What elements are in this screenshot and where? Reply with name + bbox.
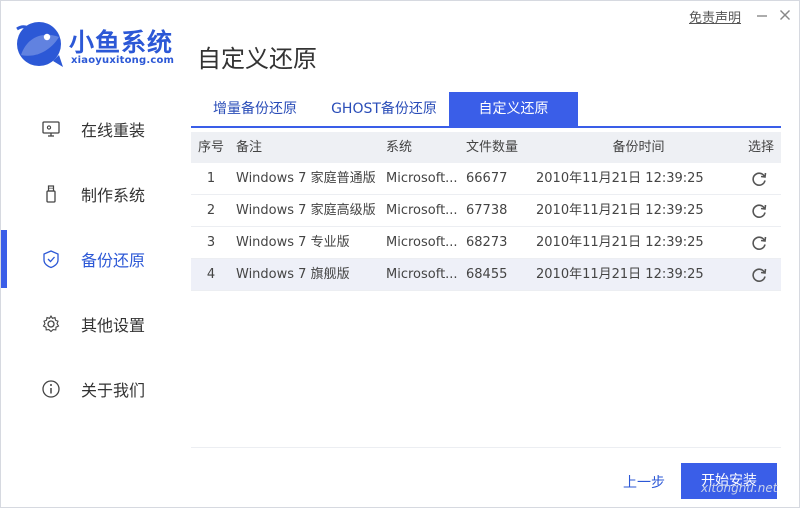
- tab-ghost-backup[interactable]: GHOST备份还原: [319, 92, 449, 126]
- cell-note: Windows 7 旗舰版: [236, 267, 350, 282]
- restore-tabs: 增量备份还原 GHOST备份还原 自定义还原: [191, 92, 781, 126]
- cell-system: Microsoft...: [386, 171, 458, 186]
- cell-index: 2: [206, 203, 216, 218]
- sidebar-item-label: 在线重装: [81, 121, 146, 140]
- page-title: 自定义还原: [197, 45, 317, 73]
- info-icon: [42, 380, 60, 398]
- restore-select-icon[interactable]: [750, 234, 768, 252]
- sidebar-item-other-settings[interactable]: 其他设置: [1, 295, 171, 353]
- cell-file-count: 67738: [466, 203, 508, 218]
- restore-select-icon[interactable]: [750, 266, 768, 284]
- cell-file-count: 66677: [466, 171, 508, 186]
- header-note: 备注: [236, 140, 263, 155]
- table-header: 序号 备注 系统 文件数量 备份时间 选择: [191, 132, 781, 163]
- close-button[interactable]: [774, 5, 796, 25]
- cell-system: Microsoft...: [386, 203, 458, 218]
- header-select: 选择: [747, 140, 774, 155]
- disclaimer-link[interactable]: 免责声明: [689, 7, 741, 26]
- sidebar-item-make-system[interactable]: 制作系统: [1, 165, 171, 223]
- sidebar-item-label: 关于我们: [81, 381, 146, 400]
- cell-index: 3: [206, 235, 216, 250]
- restore-select-icon[interactable]: [750, 170, 768, 188]
- gear-icon: [42, 314, 60, 333]
- table-row[interactable]: 2 Windows 7 家庭高级版 Microsoft... 67738 201…: [191, 195, 781, 227]
- cell-backup-time: 2010年11月21日 12:39:25: [536, 171, 704, 186]
- cell-index: 1: [206, 171, 216, 186]
- tab-custom-restore[interactable]: 自定义还原: [449, 92, 578, 126]
- divider: [191, 447, 781, 448]
- sidebar-item-label: 备份还原: [81, 251, 146, 270]
- cell-file-count: 68455: [466, 267, 508, 282]
- cell-backup-time: 2010年11月21日 12:39:25: [536, 203, 704, 218]
- brand-logo: 小鱼系统 xiaoyuxitong.com: [13, 17, 188, 73]
- tab-incremental-backup[interactable]: 增量备份还原: [191, 92, 319, 126]
- sidebar-item-label: 其他设置: [81, 316, 146, 335]
- monitor-icon: [42, 121, 60, 137]
- cell-system: Microsoft...: [386, 235, 458, 250]
- minimize-icon: [757, 15, 767, 17]
- prev-step-button[interactable]: 上一步: [623, 472, 665, 492]
- table-row[interactable]: 1 Windows 7 家庭普通版 Microsoft... 66677 201…: [191, 163, 781, 195]
- cell-file-count: 68273: [466, 235, 508, 250]
- cell-note: Windows 7 专业版: [236, 235, 350, 250]
- cell-backup-time: 2010年11月21日 12:39:25: [536, 267, 704, 282]
- watermark: xitonghu.net: [701, 481, 778, 495]
- app-window: 小鱼系统 xiaoyuxitong.com 自定义还原 免责声明 在线重装 制作…: [0, 0, 800, 508]
- cell-note: Windows 7 家庭普通版: [236, 171, 376, 186]
- header-index: 序号: [197, 140, 224, 155]
- sidebar-item-online-reinstall[interactable]: 在线重装: [1, 100, 171, 158]
- usb-icon: [46, 185, 56, 203]
- fish-logo-icon: [16, 22, 63, 67]
- tab-underline: [191, 126, 781, 128]
- table-row[interactable]: 4 Windows 7 旗舰版 Microsoft... 68455 2010年…: [191, 259, 781, 291]
- brand-name: 小鱼系统: [69, 28, 174, 57]
- header-system: 系统: [386, 140, 413, 155]
- cell-system: Microsoft...: [386, 267, 458, 282]
- sidebar-item-about-us[interactable]: 关于我们: [1, 360, 171, 418]
- backup-restore-icon: [43, 250, 59, 269]
- restore-select-icon[interactable]: [750, 202, 768, 220]
- close-icon: [780, 10, 790, 20]
- sidebar-item-label: 制作系统: [81, 186, 146, 205]
- sidebar: 在线重装 制作系统 备份还原 其他设置 关于我们: [1, 97, 171, 427]
- table-row[interactable]: 3 Windows 7 专业版 Microsoft... 68273 2010年…: [191, 227, 781, 259]
- cell-index: 4: [206, 267, 216, 282]
- cell-backup-time: 2010年11月21日 12:39:25: [536, 235, 704, 250]
- cell-note: Windows 7 家庭高级版: [236, 203, 376, 218]
- brand-domain: xiaoyuxitong.com: [71, 55, 175, 66]
- minimize-button[interactable]: [751, 5, 773, 25]
- header-backup-time: 备份时间: [612, 140, 665, 155]
- header-file-count: 文件数量: [466, 140, 519, 155]
- sidebar-item-backup-restore[interactable]: 备份还原: [1, 230, 171, 288]
